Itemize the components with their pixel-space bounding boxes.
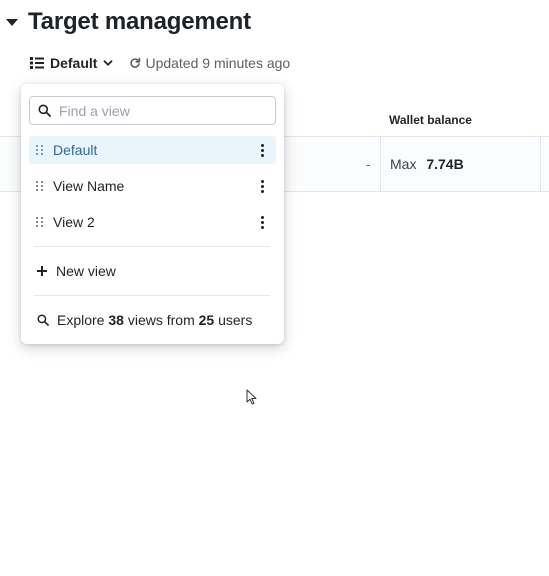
drag-handle-icon[interactable] (36, 180, 44, 192)
explore-prefix: Explore (57, 312, 105, 328)
page: Target management Default Updated 9 minu (0, 0, 549, 576)
column-divider (380, 137, 381, 191)
explore-users-count: 25 (198, 312, 215, 328)
explore-views-count: 38 (108, 312, 124, 328)
section-header[interactable]: Target management (4, 8, 251, 36)
explore-text: Explore 38 views from 25 users (57, 312, 252, 328)
view-item-label: View 2 (53, 214, 95, 230)
explore-suffix: users (218, 312, 253, 328)
view-item-label: View Name (53, 178, 125, 194)
view-selector-button[interactable]: Default (24, 52, 119, 74)
section-title: Target management (28, 8, 251, 35)
drag-handle-icon[interactable] (36, 144, 44, 156)
view-item-label: Default (53, 142, 98, 158)
updated-text: Updated 9 minutes ago (145, 55, 291, 71)
mouse-cursor-icon (246, 389, 257, 405)
more-options-icon[interactable] (254, 140, 270, 160)
caret-down-icon[interactable] (6, 18, 18, 26)
column-header-wallet-balance[interactable]: Wallet balance (389, 113, 472, 127)
search-icon (37, 314, 49, 326)
drag-handle-icon[interactable] (36, 216, 44, 228)
search-icon (38, 104, 51, 117)
new-view-button[interactable]: New view (29, 260, 276, 282)
more-options-icon[interactable] (254, 212, 270, 232)
plus-icon (37, 266, 47, 276)
table-cell-empty: - (366, 157, 371, 172)
table-cell-wallet-balance: Max 7.74B (390, 156, 464, 172)
view-item-view-name[interactable]: View Name (29, 172, 276, 200)
new-view-label: New view (56, 263, 116, 279)
column-divider (540, 137, 541, 191)
views-dropdown: Default View Name View 2 New view Explor… (21, 84, 284, 344)
view-selector-label: Default (50, 55, 98, 71)
explore-middle: views from (127, 312, 195, 328)
max-label: Max (390, 156, 417, 172)
explore-views-button[interactable]: Explore 38 views from 25 users (29, 309, 276, 331)
more-options-icon[interactable] (254, 176, 270, 196)
view-toolbar: Default Updated 9 minutes ago (24, 50, 290, 76)
max-value: 7.74B (426, 156, 464, 172)
view-item-view-2[interactable]: View 2 (29, 208, 276, 236)
list-icon (30, 57, 44, 69)
find-view-input[interactable] (59, 102, 259, 119)
find-view-search[interactable] (29, 96, 276, 125)
refresh-icon[interactable] (129, 57, 141, 69)
view-item-default[interactable]: Default (29, 136, 276, 164)
menu-divider (34, 295, 270, 296)
menu-divider (34, 246, 270, 247)
chevron-down-icon (104, 60, 113, 66)
updated-status[interactable]: Updated 9 minutes ago (129, 55, 290, 71)
